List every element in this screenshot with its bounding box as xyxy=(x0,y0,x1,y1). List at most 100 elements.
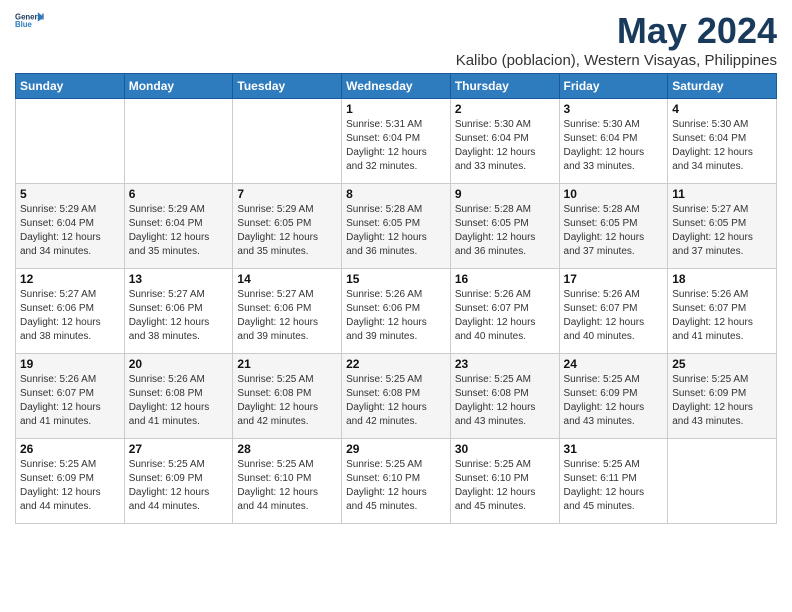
day-info: Sunrise: 5:25 AMSunset: 6:10 PMDaylight:… xyxy=(346,458,446,514)
calendar-day-cell: 6 Sunrise: 5:29 AMSunset: 6:04 PMDaylight… xyxy=(124,184,233,269)
day-number: 7 xyxy=(237,187,337,201)
day-info: Sunrise: 5:29 AMSunset: 6:04 PMDaylight:… xyxy=(20,203,120,259)
calendar-week-row: 5 Sunrise: 5:29 AMSunset: 6:04 PMDaylight… xyxy=(16,184,777,269)
calendar-day-cell: 25 Sunrise: 5:25 AMSunset: 6:09 PMDayligh… xyxy=(668,354,777,439)
day-info: Sunrise: 5:28 AMSunset: 6:05 PMDaylight:… xyxy=(346,203,446,259)
calendar-empty-cell xyxy=(16,99,125,184)
page-subtitle: Kalibo (poblacion), Western Visayas, Phi… xyxy=(456,52,777,69)
day-info: Sunrise: 5:25 AMSunset: 6:09 PMDaylight:… xyxy=(672,373,772,429)
calendar-day-cell: 1 Sunrise: 5:31 AMSunset: 6:04 PMDaylight… xyxy=(342,99,451,184)
header-saturday: Saturday xyxy=(668,74,777,99)
day-info: Sunrise: 5:25 AMSunset: 6:08 PMDaylight:… xyxy=(455,373,555,429)
day-number: 31 xyxy=(564,442,664,456)
calendar-day-cell: 11 Sunrise: 5:27 AMSunset: 6:05 PMDayligh… xyxy=(668,184,777,269)
day-number: 30 xyxy=(455,442,555,456)
day-info: Sunrise: 5:27 AMSunset: 6:06 PMDaylight:… xyxy=(129,288,229,344)
header-wednesday: Wednesday xyxy=(342,74,451,99)
day-number: 11 xyxy=(672,187,772,201)
header-thursday: Thursday xyxy=(450,74,559,99)
day-number: 3 xyxy=(564,102,664,116)
calendar-day-cell: 26Sunrise: 5:25 AMSunset: 6:09 PMDayligh… xyxy=(16,439,125,524)
header-tuesday: Tuesday xyxy=(233,74,342,99)
day-number: 28 xyxy=(237,442,337,456)
day-number: 10 xyxy=(564,187,664,201)
day-info: Sunrise: 5:25 AMSunset: 6:08 PMDaylight:… xyxy=(346,373,446,429)
day-number: 25 xyxy=(672,357,772,371)
day-info: Sunrise: 5:26 AMSunset: 6:07 PMDaylight:… xyxy=(20,373,120,429)
day-number: 27 xyxy=(129,442,229,456)
day-number: 5 xyxy=(20,187,120,201)
calendar-day-cell: 16Sunrise: 5:26 AMSunset: 6:07 PMDayligh… xyxy=(450,269,559,354)
day-number: 4 xyxy=(672,102,772,116)
calendar-day-cell: 29 Sunrise: 5:25 AMSunset: 6:10 PMDayligh… xyxy=(342,439,451,524)
day-info: Sunrise: 5:26 AMSunset: 6:06 PMDaylight:… xyxy=(346,288,446,344)
day-number: 9 xyxy=(455,187,555,201)
calendar-day-cell: 7 Sunrise: 5:29 AMSunset: 6:05 PMDaylight… xyxy=(233,184,342,269)
calendar-week-row: 1 Sunrise: 5:31 AMSunset: 6:04 PMDaylight… xyxy=(16,99,777,184)
day-info: Sunrise: 5:31 AMSunset: 6:04 PMDaylight:… xyxy=(346,118,446,174)
calendar-day-cell: 18 Sunrise: 5:26 AMSunset: 6:07 PMDayligh… xyxy=(668,269,777,354)
calendar-table: SundayMondayTuesdayWednesdayThursdayFrid… xyxy=(15,73,777,524)
logo-icon: General Blue xyxy=(15,10,45,30)
calendar-day-cell: 3 Sunrise: 5:30 AMSunset: 6:04 PMDaylight… xyxy=(559,99,668,184)
day-number: 17 xyxy=(564,272,664,286)
day-info: Sunrise: 5:29 AMSunset: 6:05 PMDaylight:… xyxy=(237,203,337,259)
calendar-day-cell: 14 Sunrise: 5:27 AMSunset: 6:06 PMDayligh… xyxy=(233,269,342,354)
day-info: Sunrise: 5:26 AMSunset: 6:08 PMDaylight:… xyxy=(129,373,229,429)
calendar-day-cell: 22Sunrise: 5:25 AMSunset: 6:08 PMDayligh… xyxy=(342,354,451,439)
day-number: 18 xyxy=(672,272,772,286)
header-monday: Monday xyxy=(124,74,233,99)
calendar-day-cell: 13 Sunrise: 5:27 AMSunset: 6:06 PMDayligh… xyxy=(124,269,233,354)
day-number: 29 xyxy=(346,442,446,456)
day-number: 2 xyxy=(455,102,555,116)
day-number: 8 xyxy=(346,187,446,201)
calendar-day-cell: 28 Sunrise: 5:25 AMSunset: 6:10 PMDayligh… xyxy=(233,439,342,524)
day-info: Sunrise: 5:26 AMSunset: 6:07 PMDaylight:… xyxy=(455,288,555,344)
day-number: 21 xyxy=(237,357,337,371)
header-friday: Friday xyxy=(559,74,668,99)
calendar-day-cell: 24 Sunrise: 5:25 AMSunset: 6:09 PMDayligh… xyxy=(559,354,668,439)
day-info: Sunrise: 5:26 AMSunset: 6:07 PMDaylight:… xyxy=(672,288,772,344)
day-info: Sunrise: 5:26 AMSunset: 6:07 PMDaylight:… xyxy=(564,288,664,344)
day-info: Sunrise: 5:25 AMSunset: 6:08 PMDaylight:… xyxy=(237,373,337,429)
day-number: 1 xyxy=(346,102,446,116)
day-number: 20 xyxy=(129,357,229,371)
calendar-day-cell: 19Sunrise: 5:26 AMSunset: 6:07 PMDayligh… xyxy=(16,354,125,439)
day-info: Sunrise: 5:25 AMSunset: 6:10 PMDaylight:… xyxy=(455,458,555,514)
calendar-empty-cell xyxy=(124,99,233,184)
day-number: 23 xyxy=(455,357,555,371)
title-area: May 2024 Kalibo (poblacion), Western Vis… xyxy=(456,10,777,69)
calendar-day-cell: 2Sunrise: 5:30 AMSunset: 6:04 PMDaylight… xyxy=(450,99,559,184)
day-info: Sunrise: 5:25 AMSunset: 6:09 PMDaylight:… xyxy=(564,373,664,429)
calendar-empty-cell xyxy=(668,439,777,524)
calendar-empty-cell xyxy=(233,99,342,184)
calendar-day-cell: 15 Sunrise: 5:26 AMSunset: 6:06 PMDayligh… xyxy=(342,269,451,354)
day-info: Sunrise: 5:27 AMSunset: 6:06 PMDaylight:… xyxy=(237,288,337,344)
day-info: Sunrise: 5:30 AMSunset: 6:04 PMDaylight:… xyxy=(564,118,664,174)
page-header: General Blue May 2024 Kalibo (poblacion)… xyxy=(15,10,777,69)
day-number: 14 xyxy=(237,272,337,286)
calendar-week-row: 12 Sunrise: 5:27 AMSunset: 6:06 PMDayligh… xyxy=(16,269,777,354)
day-info: Sunrise: 5:27 AMSunset: 6:05 PMDaylight:… xyxy=(672,203,772,259)
calendar-week-row: 19Sunrise: 5:26 AMSunset: 6:07 PMDayligh… xyxy=(16,354,777,439)
calendar-day-cell: 20 Sunrise: 5:26 AMSunset: 6:08 PMDayligh… xyxy=(124,354,233,439)
day-info: Sunrise: 5:25 AMSunset: 6:10 PMDaylight:… xyxy=(237,458,337,514)
calendar-day-cell: 21 Sunrise: 5:25 AMSunset: 6:08 PMDayligh… xyxy=(233,354,342,439)
calendar-day-cell: 31 Sunrise: 5:25 AMSunset: 6:11 PMDayligh… xyxy=(559,439,668,524)
day-info: Sunrise: 5:25 AMSunset: 6:11 PMDaylight:… xyxy=(564,458,664,514)
header-sunday: Sunday xyxy=(16,74,125,99)
calendar-day-cell: 5 Sunrise: 5:29 AMSunset: 6:04 PMDaylight… xyxy=(16,184,125,269)
svg-text:Blue: Blue xyxy=(15,20,33,29)
day-number: 24 xyxy=(564,357,664,371)
day-number: 12 xyxy=(20,272,120,286)
calendar-day-cell: 4Sunrise: 5:30 AMSunset: 6:04 PMDaylight… xyxy=(668,99,777,184)
day-number: 13 xyxy=(129,272,229,286)
day-number: 15 xyxy=(346,272,446,286)
day-number: 6 xyxy=(129,187,229,201)
calendar-day-cell: 17 Sunrise: 5:26 AMSunset: 6:07 PMDayligh… xyxy=(559,269,668,354)
calendar-day-cell: 9 Sunrise: 5:28 AMSunset: 6:05 PMDaylight… xyxy=(450,184,559,269)
day-info: Sunrise: 5:29 AMSunset: 6:04 PMDaylight:… xyxy=(129,203,229,259)
day-info: Sunrise: 5:25 AMSunset: 6:09 PMDaylight:… xyxy=(129,458,229,514)
day-info: Sunrise: 5:28 AMSunset: 6:05 PMDaylight:… xyxy=(455,203,555,259)
logo: General Blue xyxy=(15,10,45,32)
